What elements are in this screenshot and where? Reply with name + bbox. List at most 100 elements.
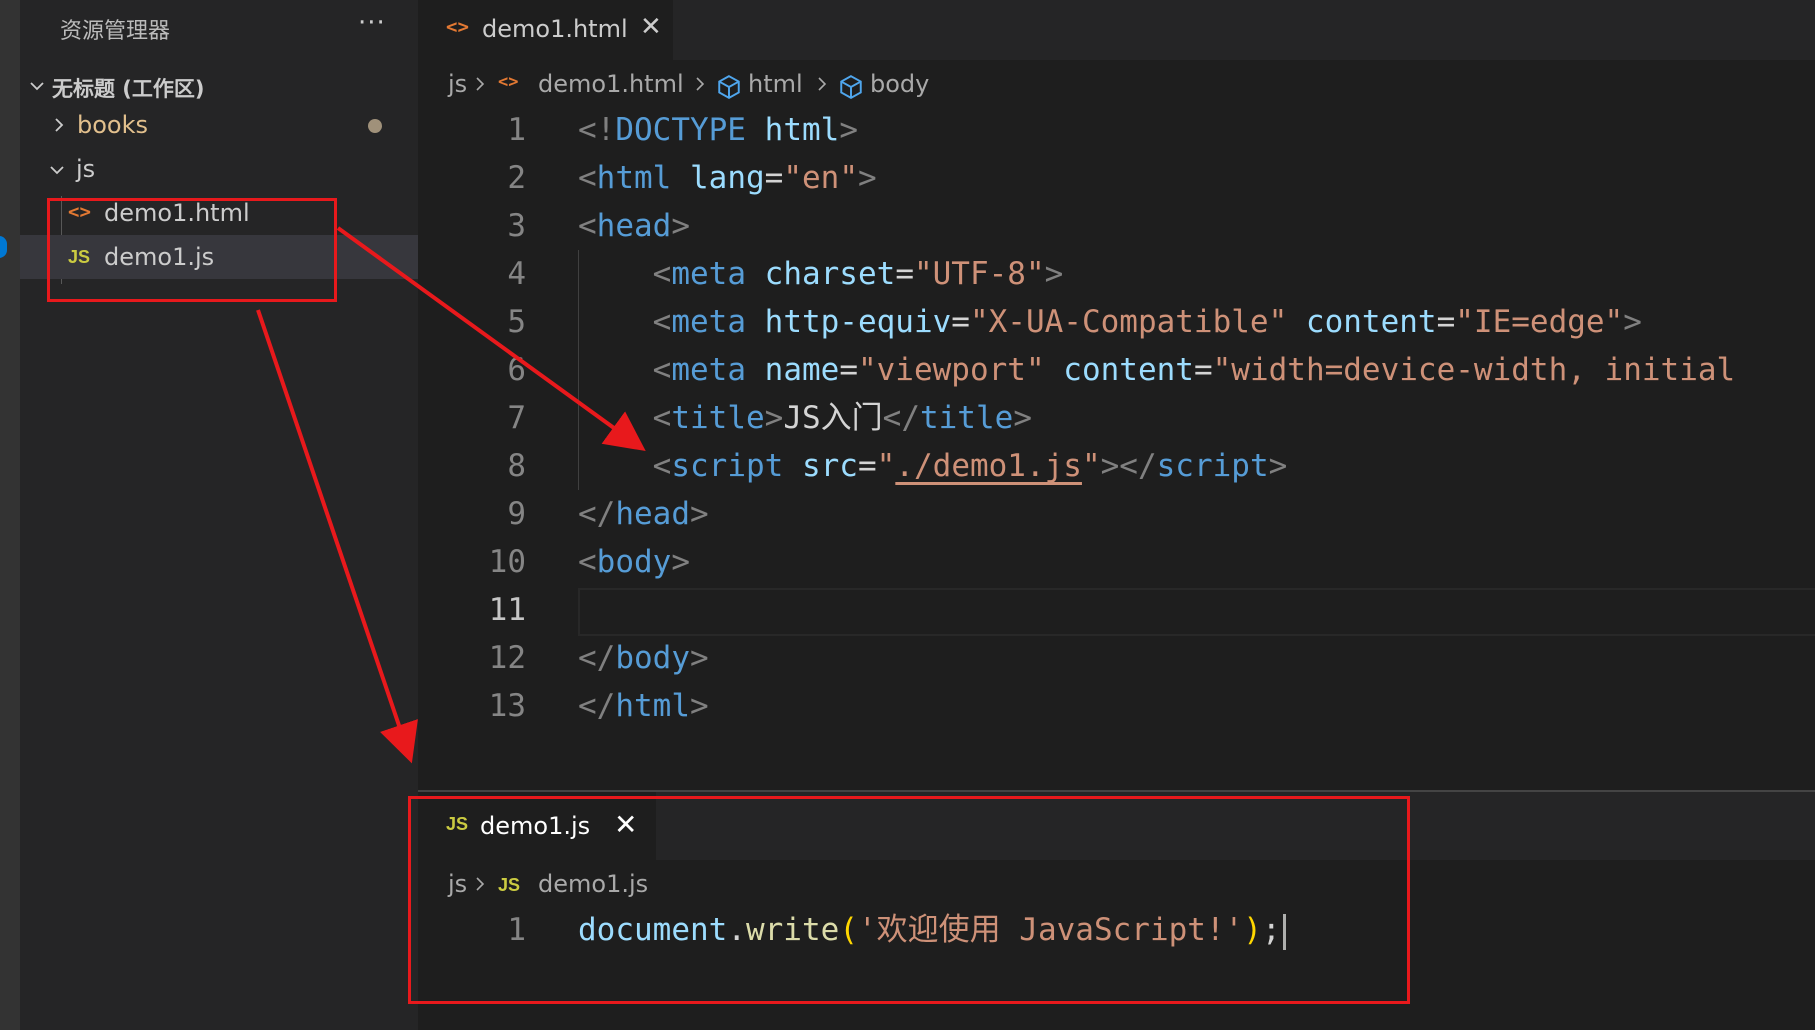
code-line: <head>	[578, 202, 690, 250]
code-token: html	[596, 160, 672, 196]
code-token: <	[652, 256, 672, 292]
tab-bar-top: <> demo1.html ✕	[418, 0, 1815, 60]
code-token: head	[615, 496, 690, 532]
code-token: DOCTYPE	[615, 112, 746, 148]
code-token: >	[764, 400, 784, 436]
code-token: >	[689, 496, 709, 532]
code-token: body	[615, 640, 690, 676]
html-file-icon: <>	[498, 72, 519, 92]
code-token: =	[839, 352, 858, 388]
code-token: ></	[1100, 448, 1157, 484]
chevron-right-icon	[696, 77, 705, 91]
code-line: <body>	[578, 538, 690, 586]
code-token: </	[578, 496, 616, 532]
explorer-sidebar: 资源管理器 ··· 无标题 (工作区) books js <> demo1.ht…	[20, 0, 418, 1030]
code-token: title	[671, 400, 765, 436]
code-line: <meta charset="UTF-8">	[578, 250, 1064, 298]
code-token: >	[1044, 256, 1064, 292]
code-token: =	[857, 448, 877, 484]
code-token: >	[1623, 304, 1642, 340]
highlight-box-files	[47, 198, 337, 302]
code-token: ./demo1.js	[895, 448, 1082, 484]
breadcrumb-item[interactable]: html	[748, 70, 803, 98]
code-token: script	[1156, 448, 1269, 484]
workspace-label: 无标题 (工作区)	[52, 77, 205, 101]
code-token: content	[1063, 352, 1194, 388]
code-token: JS入门	[783, 400, 883, 436]
more-actions-icon[interactable]: ···	[358, 8, 386, 38]
code-token: >	[689, 688, 709, 724]
code-token: <!	[578, 112, 616, 148]
code-line: </body>	[578, 634, 709, 682]
code-token: >	[857, 160, 877, 196]
chevron-right-icon	[818, 77, 827, 91]
code-token: >	[1268, 448, 1288, 484]
indent-guide	[578, 250, 579, 490]
workspace-header[interactable]: 无标题 (工作区)	[20, 63, 418, 107]
chevron-right-icon	[55, 118, 64, 132]
code-token: >	[671, 208, 690, 244]
activity-bar	[0, 0, 20, 1030]
code-token: >	[1013, 400, 1032, 436]
code-line: <html lang="en">	[578, 154, 877, 202]
code-line: <meta name="viewport" content="width=dev…	[578, 346, 1736, 394]
code-token: <	[652, 400, 672, 436]
code-token: "en"	[783, 160, 858, 196]
code-token: script	[671, 448, 784, 484]
code-token: =	[1193, 352, 1213, 388]
tree-item-label: books	[77, 111, 149, 139]
code-token: "UTF-8"	[913, 256, 1045, 292]
code-token: </	[578, 688, 616, 724]
code-token: =	[1436, 304, 1456, 340]
code-token: "X-UA-Compatible"	[969, 304, 1288, 340]
code-token: >	[671, 544, 690, 580]
breadcrumb-item[interactable]: js	[448, 70, 467, 98]
code-token: <	[578, 160, 597, 196]
code-token: </	[578, 640, 616, 676]
breadcrumb-item[interactable]: body	[870, 70, 929, 98]
code-token: meta	[671, 304, 746, 340]
explorer-title: 资源管理器	[60, 19, 171, 44]
code-token: lang	[690, 160, 765, 196]
html-file-icon: <>	[446, 16, 469, 38]
code-token: name	[764, 352, 840, 388]
code-token: meta	[671, 256, 746, 292]
highlight-box-js-editor	[408, 796, 1410, 1004]
line-number: 10	[488, 544, 526, 580]
line-number: 13	[488, 688, 526, 724]
line-number: 5	[507, 304, 526, 340]
line-number: 11	[488, 592, 526, 628]
code-token: "	[1081, 448, 1101, 484]
code-token: src	[801, 448, 858, 484]
tree-item-js[interactable]: js	[20, 147, 418, 191]
code-token: charset	[764, 256, 896, 292]
code-token: >	[839, 112, 858, 148]
code-line: <title>JS入门</title>	[578, 394, 1032, 442]
close-icon[interactable]: ✕	[640, 12, 662, 42]
code-token: "	[876, 448, 896, 484]
tab-demo1-html[interactable]: <> demo1.html ✕	[418, 0, 673, 60]
modified-dot-icon	[368, 119, 382, 133]
line-number: 1	[507, 112, 526, 148]
tree-item-books[interactable]: books	[20, 103, 418, 147]
code-token: title	[919, 400, 1014, 436]
line-number: 12	[488, 640, 526, 676]
code-token: html	[615, 688, 690, 724]
code-token: <	[578, 208, 597, 244]
code-token: body	[596, 544, 672, 580]
breadcrumb-item[interactable]: demo1.html	[538, 70, 684, 98]
code-line: </head>	[578, 490, 709, 538]
code-token: >	[689, 640, 709, 676]
line-number: 7	[507, 400, 526, 436]
line-number: 3	[507, 208, 526, 244]
chevron-down-icon	[50, 166, 64, 175]
code-token: html	[764, 112, 840, 148]
